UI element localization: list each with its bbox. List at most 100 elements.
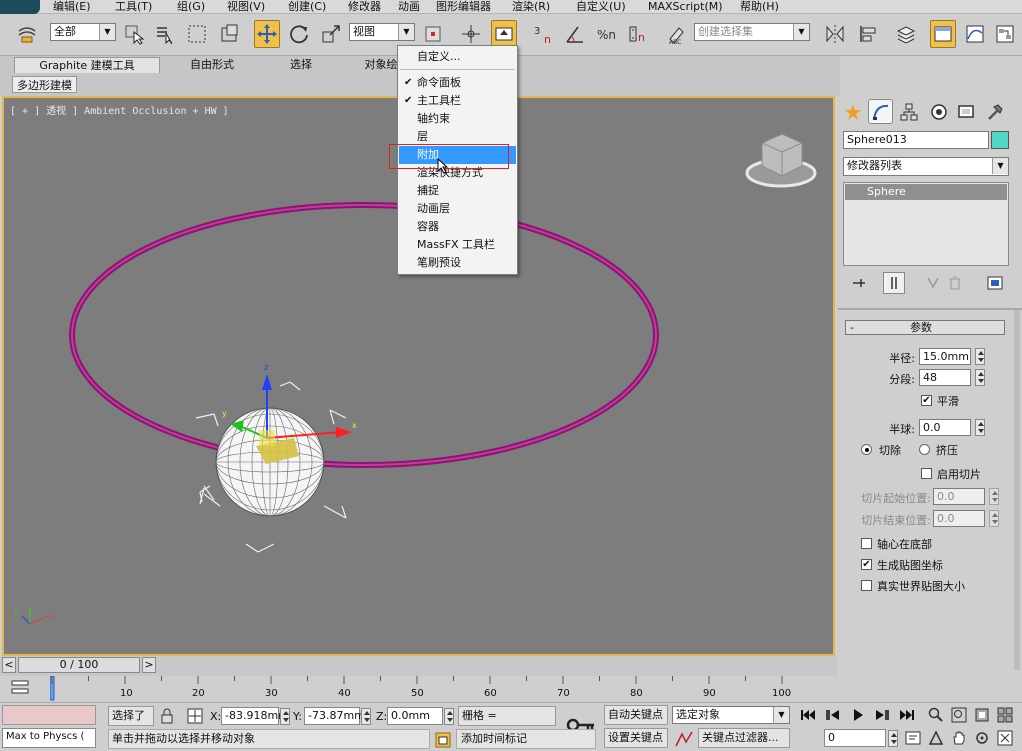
zoom-extents-all-icon[interactable] — [997, 707, 1013, 723]
menu-item-customize[interactable]: 自定义... — [399, 48, 516, 66]
generate-mapping-checkbox[interactable]: ✔ — [861, 559, 872, 570]
menu-maxscript[interactable]: MAXScript(M) — [648, 0, 723, 13]
orbit-icon[interactable] — [974, 730, 990, 746]
graphite-toggle-button[interactable] — [930, 20, 956, 48]
app-icon[interactable] — [0, 0, 40, 14]
remove-modifier-icon[interactable] — [947, 275, 963, 291]
menu-item-command-panel[interactable]: ✔ 命令面板 — [399, 74, 516, 92]
current-frame-spinner[interactable] — [888, 730, 898, 747]
go-to-start-button[interactable] — [798, 706, 818, 724]
z-coordinate-input[interactable]: 0.0mm — [387, 707, 443, 725]
pivot-center-button[interactable] — [420, 20, 446, 48]
select-and-scale-button[interactable] — [318, 20, 344, 48]
named-selection-dropdown[interactable]: 创建选择集 ▼ — [694, 23, 810, 41]
curve-editor-mini-icon[interactable] — [10, 678, 30, 698]
squash-radio[interactable] — [919, 444, 930, 455]
menu-help[interactable]: 帮助(H) — [740, 0, 779, 13]
menu-views[interactable]: 视图(V) — [227, 0, 265, 13]
selected-set-dropdown[interactable]: 选定对象 ▼ — [672, 706, 790, 724]
menu-item-axis-constraints[interactable]: 轴约束 — [399, 110, 516, 128]
pan-hand-icon[interactable] — [951, 730, 967, 746]
viewcube[interactable] — [745, 133, 817, 188]
percent-snap-button[interactable]: %n — [594, 20, 620, 48]
layer-manager-button[interactable] — [893, 20, 919, 48]
menu-rendering[interactable]: 渲染(R) — [512, 0, 550, 13]
track-bar[interactable]: 10 20 30 40 50 60 70 80 90 100 — [0, 676, 838, 702]
link-button[interactable] — [14, 20, 40, 48]
mirror-button[interactable] — [822, 20, 848, 48]
slice-to-spinner[interactable] — [989, 510, 999, 527]
previous-frame-button[interactable] — [823, 706, 843, 724]
y-spinner[interactable] — [361, 708, 371, 725]
tab-freeform[interactable]: 自由形式 — [172, 57, 252, 73]
menu-animation[interactable]: 动画 — [398, 0, 420, 13]
tab-hierarchy[interactable] — [896, 99, 921, 124]
current-frame-input[interactable]: 0 — [824, 729, 886, 747]
y-coordinate-input[interactable]: -73.87mm — [304, 707, 365, 725]
tab-utilities[interactable] — [982, 99, 1007, 124]
modifier-list-dropdown[interactable]: 修改器列表 ▼ — [843, 157, 1009, 176]
angle-snap-button[interactable] — [562, 20, 588, 48]
curve-editor-button[interactable] — [962, 20, 988, 48]
hemisphere-spinner[interactable] — [975, 419, 985, 436]
snaps-toggle-button[interactable]: 3n — [530, 20, 556, 48]
maxscript-mini-listener[interactable]: Max to Physcs ( — [2, 728, 96, 748]
stack-item-sphere[interactable]: Sphere — [845, 184, 1007, 200]
rectangular-selection-button[interactable] — [184, 20, 210, 48]
select-object-button[interactable] — [121, 20, 147, 48]
maxscript-mini-listener-pink[interactable] — [2, 705, 96, 725]
real-world-map-checkbox[interactable] — [861, 580, 872, 591]
segments-input[interactable]: 48 — [919, 369, 971, 386]
tab-display[interactable] — [953, 99, 978, 124]
align-button[interactable] — [855, 20, 881, 48]
object-color-swatch[interactable] — [991, 131, 1009, 149]
slice-to-input[interactable]: 0.0 — [933, 510, 985, 527]
maximize-viewport-icon[interactable] — [997, 730, 1013, 746]
slice-on-checkbox[interactable] — [921, 468, 932, 479]
next-frame-button[interactable] — [872, 706, 892, 724]
spinner-snap-button[interactable]: n — [624, 20, 650, 48]
base-to-pivot-checkbox[interactable] — [861, 538, 872, 549]
hemisphere-input[interactable]: 0.0 — [919, 419, 971, 436]
configure-sets-icon[interactable] — [987, 275, 1003, 291]
smooth-checkbox[interactable]: ✔ — [921, 395, 932, 406]
add-time-tag[interactable]: 添加时间标记 — [456, 729, 596, 749]
menu-item-animation-layers[interactable]: 动画层 — [399, 200, 516, 218]
tab-selection[interactable]: 选择 — [276, 57, 326, 73]
menu-customize[interactable]: 自定义(U) — [576, 0, 626, 13]
key-curve-icon[interactable] — [674, 730, 694, 748]
auto-key-button[interactable]: 自动关键点 — [604, 705, 668, 725]
tab-motion[interactable] — [926, 99, 951, 124]
set-key-button[interactable]: 设置关键点 — [604, 728, 668, 748]
menu-group[interactable]: 组(G) — [177, 0, 205, 13]
menu-tools[interactable]: 工具(T) — [115, 0, 152, 13]
menu-item-containers[interactable]: 容器 — [399, 218, 516, 236]
keyboard-shortcut-override-button[interactable] — [491, 20, 517, 48]
key-filters-button[interactable]: 关键点过滤器... — [698, 728, 790, 748]
zoom-all-icon[interactable] — [951, 707, 967, 723]
show-end-result-button[interactable] — [883, 272, 905, 294]
selection-filter-dropdown[interactable]: 全部 ▼ — [50, 23, 116, 41]
select-by-name-button[interactable] — [152, 20, 178, 48]
command-panel-scrollbar[interactable] — [1014, 310, 1020, 670]
radius-input[interactable]: 15.0mm — [919, 348, 971, 365]
absolute-mode-icon[interactable] — [186, 707, 204, 725]
schematic-view-button[interactable] — [992, 20, 1018, 48]
x-coordinate-input[interactable]: -83.918mm — [221, 707, 289, 725]
tab-graphite-modeling[interactable]: Graphite 建模工具 — [14, 57, 160, 73]
edit-named-selection-button[interactable]: ABC — [664, 20, 690, 48]
zoom-extents-icon[interactable] — [974, 707, 990, 723]
radius-spinner[interactable] — [975, 348, 985, 365]
object-name-field[interactable]: Sphere013 — [843, 131, 989, 149]
reference-coordinate-dropdown[interactable]: 视图 ▼ — [349, 23, 415, 41]
field-of-view-icon[interactable] — [928, 730, 944, 746]
select-and-rotate-button[interactable] — [286, 20, 312, 48]
select-manipulate-button[interactable] — [458, 20, 484, 48]
time-configuration-icon[interactable] — [904, 729, 922, 747]
time-tag-lock-icon[interactable] — [434, 731, 452, 749]
slice-from-spinner[interactable] — [989, 488, 999, 505]
menu-graph-editors[interactable]: 图形编辑器 — [436, 0, 491, 13]
x-spinner[interactable] — [280, 708, 290, 725]
select-and-move-button[interactable] — [254, 20, 280, 48]
make-unique-icon[interactable] — [925, 275, 941, 291]
